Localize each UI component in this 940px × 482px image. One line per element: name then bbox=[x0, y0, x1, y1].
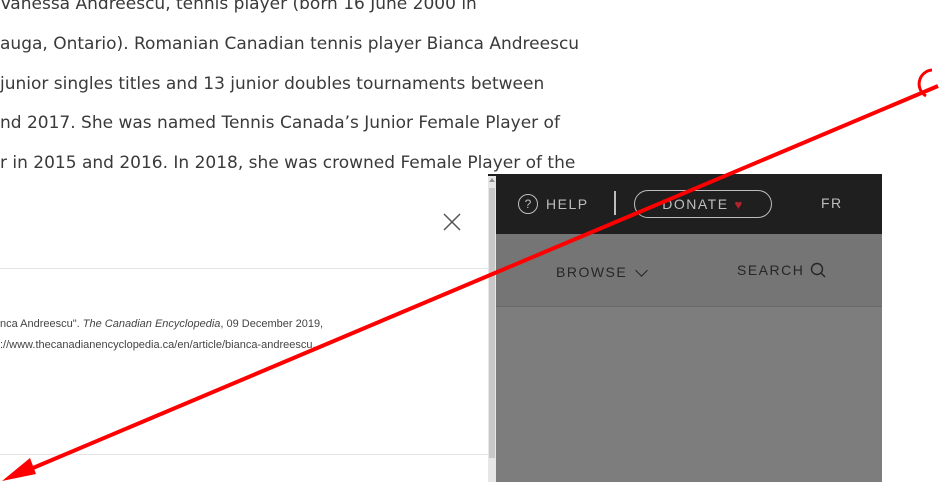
page-overlay bbox=[488, 306, 882, 482]
heart-icon: ♥ bbox=[734, 196, 744, 212]
help-link[interactable]: ? HELP bbox=[518, 194, 589, 214]
article-text: Vanessa Andreescu, tennis player (born 1… bbox=[0, 0, 940, 200]
donate-label: DONATE bbox=[662, 196, 729, 212]
modal-scrollbar[interactable] bbox=[488, 176, 496, 482]
browse-menu-button[interactable]: BROWSE bbox=[556, 263, 649, 280]
citation-line: nca Andreescu". The Canadian Encyclopedi… bbox=[0, 318, 324, 330]
citation-url: ://www.thecanadianencyclopedia.ca/en/art… bbox=[0, 339, 316, 351]
nav-divider bbox=[488, 306, 882, 307]
language-toggle-fr[interactable]: FR bbox=[821, 195, 843, 211]
modal-divider bbox=[0, 268, 488, 269]
donate-button[interactable]: DONATE ♥ bbox=[634, 190, 772, 218]
search-icon bbox=[811, 262, 826, 278]
search-button[interactable]: SEARCH bbox=[737, 262, 826, 278]
scrollbar-thumb[interactable] bbox=[489, 188, 495, 458]
header-divider bbox=[614, 191, 616, 215]
browse-label: BROWSE bbox=[556, 264, 628, 280]
article-line: r in 2015 and 2016. In 2018, she was cro… bbox=[0, 153, 576, 173]
modal-divider bbox=[0, 454, 488, 455]
help-icon: ? bbox=[518, 194, 538, 214]
search-label: SEARCH bbox=[737, 262, 805, 278]
help-label: HELP bbox=[546, 196, 589, 212]
chevron-down-icon bbox=[635, 263, 649, 277]
citation-text: nca Andreescu". The Canadian Encyclopedi… bbox=[0, 314, 488, 356]
article-line: auga, Ontario). Romanian Canadian tennis… bbox=[0, 34, 580, 54]
close-icon[interactable] bbox=[442, 212, 462, 232]
article-line: Vanessa Andreescu, tennis player (born 1… bbox=[0, 0, 477, 14]
article-line: nd 2017. She was named Tennis Canada’s J… bbox=[0, 113, 560, 133]
scroll-up-icon[interactable] bbox=[489, 178, 495, 182]
article-line: junior singles titles and 13 junior doub… bbox=[0, 74, 545, 94]
